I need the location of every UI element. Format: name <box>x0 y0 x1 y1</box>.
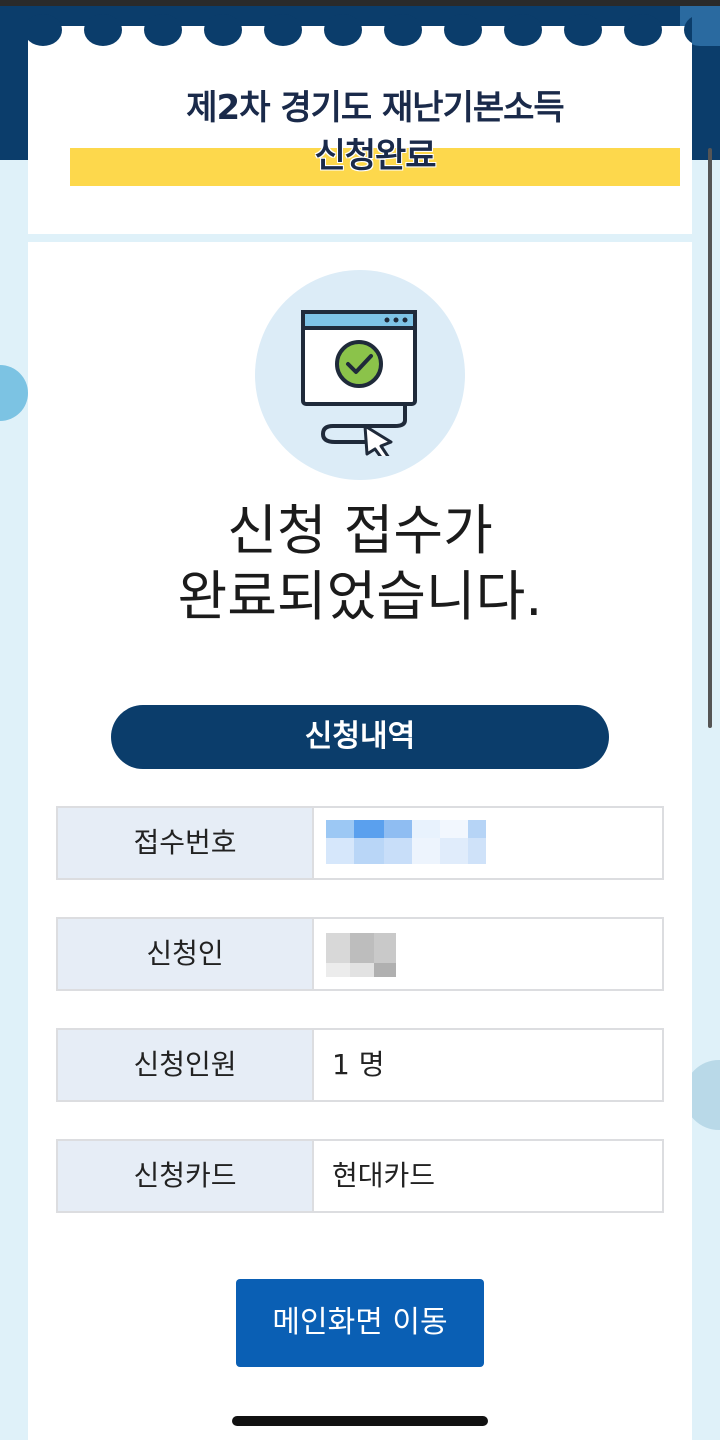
detail-label: 신청인원 <box>58 1030 314 1100</box>
scalloped-edge <box>28 14 692 46</box>
go-to-main-button[interactable]: 메인화면 이동 <box>236 1279 484 1367</box>
detail-value: 현대카드 <box>332 1159 436 1192</box>
completion-message-line-2: 완료되었습니다. <box>177 565 543 628</box>
detail-label: 신청카드 <box>58 1141 314 1211</box>
completion-message-line-1: 신청 접수가 <box>227 499 493 562</box>
title-line-2: 신청완료 <box>314 136 436 176</box>
detail-value-redacted <box>314 808 662 878</box>
detail-row-receipt-number: 접수번호 <box>56 806 664 880</box>
detail-value-redacted <box>314 919 662 989</box>
completion-message: 신청 접수가 완료되었습니다. <box>40 498 680 630</box>
details-heading: 신청내역 <box>111 705 609 769</box>
status-bar-strip <box>0 0 720 6</box>
title-line-1: 제2차 경기도 재난기본소득 <box>186 88 564 128</box>
detail-row-applicant: 신청인 <box>56 917 664 991</box>
left-decoration <box>0 365 28 421</box>
home-indicator[interactable] <box>232 1416 488 1426</box>
detail-value: 1 명 <box>332 1048 385 1081</box>
detail-row-applicant-count: 신청인원 1 명 <box>56 1028 664 1102</box>
browser-check-cursor-icon <box>255 270 465 480</box>
scrollbar[interactable] <box>708 148 712 728</box>
detail-label: 접수번호 <box>58 808 314 878</box>
detail-label: 신청인 <box>58 919 314 989</box>
page-title: 제2차 경기도 재난기본소득 신청완료 <box>70 84 680 186</box>
detail-row-card: 신청카드 현대카드 <box>56 1139 664 1213</box>
